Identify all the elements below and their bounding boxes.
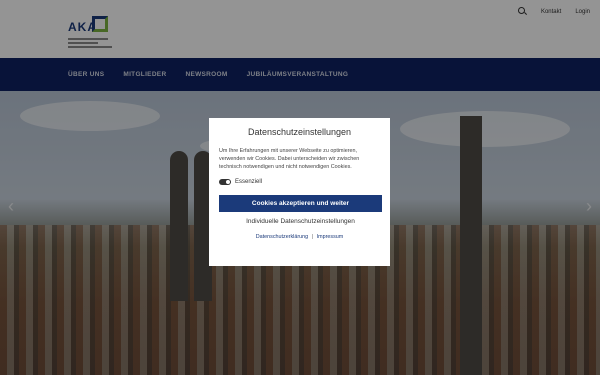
link-separator: |	[311, 234, 314, 240]
individual-settings-link[interactable]: Individuelle Datenschutzeinstellungen	[219, 218, 382, 225]
cookie-consent-dialog: Datenschutzeinstellungen Um Ihre Erfahru…	[209, 118, 390, 266]
essential-label: Essenziell	[235, 179, 263, 185]
accept-cookies-button[interactable]: Cookies akzeptieren und weiter	[219, 195, 382, 212]
essential-toggle[interactable]	[219, 179, 231, 185]
dialog-footer-links: Datenschutzerklärung | Impressum	[219, 234, 380, 240]
essential-toggle-row: Essenziell	[219, 179, 380, 185]
dialog-title: Datenschutzeinstellungen	[247, 127, 352, 137]
dialog-text: Um Ihre Erfahrungen mit unserer Webseite…	[219, 148, 360, 170]
privacy-link[interactable]: Datenschutzerklärung	[256, 234, 308, 240]
imprint-link[interactable]: Impressum	[317, 234, 344, 240]
